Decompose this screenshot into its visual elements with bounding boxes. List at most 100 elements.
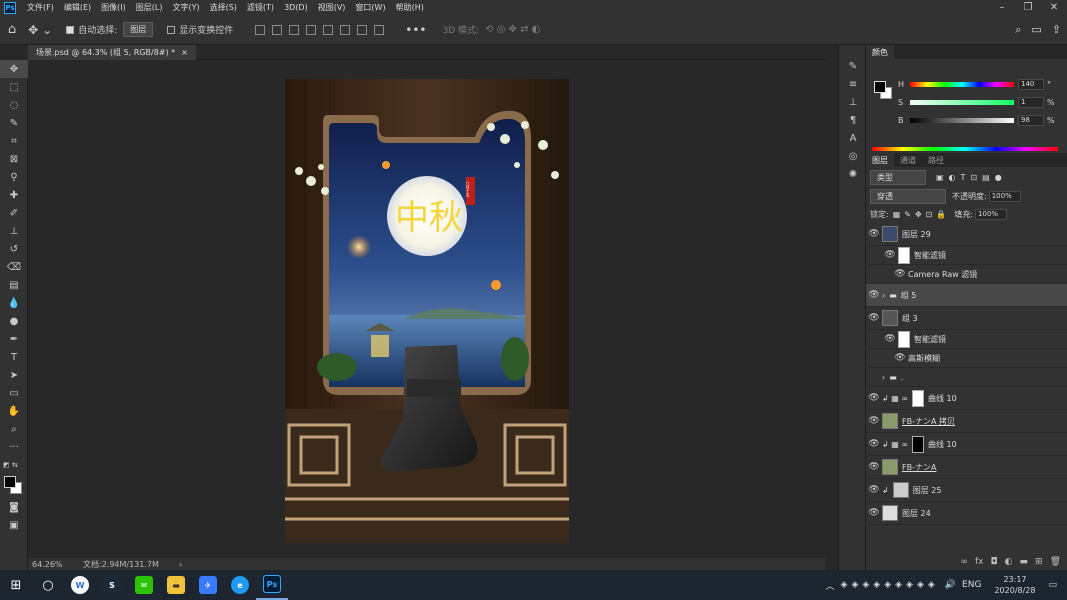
visibility-eye-icon[interactable]: 👁 [866, 416, 882, 426]
link-layers-icon[interactable]: ∞ [961, 557, 969, 567]
saturation-slider[interactable] [910, 99, 1014, 105]
canvas-area[interactable]: 中秋 八月十五 [28, 60, 825, 558]
document-tab[interactable]: 场景.psd @ 64.3% (组 5, RGB/8#) * × [28, 45, 196, 60]
menu-type[interactable]: 文字(Y) [167, 2, 204, 13]
align-right-icon[interactable] [289, 24, 300, 35]
opacity-value[interactable]: 100% [988, 190, 1021, 202]
hidden-group-row[interactable]: › ▬. [866, 368, 1067, 387]
visibility-eye-icon[interactable]: 👁 [892, 269, 908, 279]
brush-tool-icon[interactable]: ✐ [0, 204, 28, 222]
menu-help[interactable]: 帮助(H) [391, 2, 429, 13]
layer-filter-kind[interactable]: 类型 [870, 169, 926, 185]
group-3-row[interactable]: 👁 组 3 [866, 307, 1067, 330]
menu-file[interactable]: 文件(F) [22, 2, 59, 13]
search-icon[interactable]: ⌕ [1015, 23, 1021, 37]
history-brush-tool-icon[interactable]: ↺ [0, 240, 28, 258]
workspace-icon[interactable]: ▭ [1031, 23, 1041, 37]
tab-paths[interactable]: 路径 [922, 153, 950, 167]
wechat-icon[interactable]: ✉ [128, 570, 160, 600]
tab-color[interactable]: 颜色 [866, 45, 894, 59]
restore-button[interactable]: ❐ [1015, 0, 1041, 15]
visibility-eye-icon[interactable]: 👁 [866, 485, 882, 495]
more-options-icon[interactable]: ••• [405, 23, 426, 37]
color-spectrum-ramp[interactable] [872, 147, 1058, 151]
move-tool-icon[interactable]: ✥ [0, 60, 28, 78]
visibility-eye-icon[interactable]: 👁 [882, 250, 898, 260]
gradient-tool-icon[interactable]: ▤ [0, 276, 28, 294]
status-menu-icon[interactable]: › [179, 560, 182, 569]
zoom-tool-icon[interactable]: ⌕ [0, 420, 28, 438]
browser-icon[interactable]: e [224, 570, 256, 600]
expand-chevron-icon[interactable]: › [882, 373, 885, 382]
app-w-icon[interactable]: W [64, 570, 96, 600]
menu-edit[interactable]: 编辑(E) [59, 2, 96, 13]
quick-mask-icon[interactable]: ◙ [0, 498, 28, 516]
notification-icon[interactable]: ▭ [1048, 580, 1057, 590]
home-icon[interactable]: ⌂ [8, 22, 16, 37]
type-tool-icon[interactable]: T [0, 348, 28, 366]
adjustments-panel-icon[interactable]: ≡ [839, 75, 867, 93]
layer-row-29[interactable]: 👁 图层 29 [866, 223, 1067, 246]
marquee-tool-icon[interactable]: ⬚ [0, 78, 28, 96]
photoshop-taskbar-icon[interactable]: Ps [256, 570, 288, 600]
hand-tool-icon[interactable]: ✋ [0, 402, 28, 420]
layer-24-row[interactable]: 👁 图层 24 [866, 502, 1067, 525]
clock-date[interactable]: 2020/8/28 [994, 585, 1035, 596]
layer-25-row[interactable]: 👁 ↲ 图层 25 [866, 479, 1067, 502]
file-explorer-icon[interactable]: ▬ [160, 570, 192, 600]
fg-color-swatch[interactable] [874, 81, 886, 93]
align-top-icon[interactable] [306, 24, 317, 35]
share-icon[interactable]: ⇪ [1052, 23, 1061, 37]
menu-layer[interactable]: 图层(L) [131, 2, 168, 13]
group-5-row[interactable]: 👁 › ▬ 组 5 [866, 284, 1067, 307]
saturation-value[interactable]: 1 [1018, 96, 1044, 108]
new-group-icon[interactable]: ▬ [1020, 557, 1029, 567]
distribute-icon[interactable] [357, 24, 368, 35]
tab-layers[interactable]: 图层 [866, 153, 894, 167]
fb-row[interactable]: 👁 FB-ナンA [866, 456, 1067, 479]
3d-panel-icon[interactable]: ◎ [839, 147, 867, 165]
artwork-canvas[interactable]: 中秋 八月十五 [285, 79, 569, 543]
edit-toolbar-icon[interactable]: ··· [0, 438, 28, 456]
pen-tool-icon[interactable]: ✒ [0, 330, 28, 348]
smart-filters-row[interactable]: 👁 智能滤镜 [866, 246, 1067, 265]
minimize-button[interactable]: – [989, 0, 1015, 15]
character-panel-icon[interactable]: A [839, 129, 867, 147]
properties-panel-icon[interactable]: ✺ [839, 165, 867, 183]
align-center-icon[interactable] [272, 24, 283, 35]
menu-select[interactable]: 选择(S) [205, 2, 242, 13]
visibility-eye-icon[interactable]: 👁 [866, 508, 882, 518]
close-button[interactable]: ✕ [1041, 0, 1067, 15]
visibility-eye-icon[interactable]: 👁 [866, 439, 882, 449]
dodge-tool-icon[interactable]: ● [0, 312, 28, 330]
visibility-eye-icon[interactable]: 👁 [866, 229, 882, 239]
menu-filter[interactable]: 滤镜(T) [242, 2, 279, 13]
menu-image[interactable]: 图像(I) [96, 2, 131, 13]
clone-source-icon[interactable]: ⊥ [839, 93, 867, 111]
menu-window[interactable]: 窗口(W) [350, 2, 390, 13]
screen-mode-icon[interactable]: ▣ [0, 516, 28, 534]
clock-time[interactable]: 23:17 [1003, 574, 1026, 585]
eraser-tool-icon[interactable]: ⌫ [0, 258, 28, 276]
brushes-panel-icon[interactable]: ✎ [839, 57, 867, 75]
filter-icons[interactable]: ▣◐T⊡▤● [936, 173, 1007, 182]
paragraph-panel-icon[interactable]: ¶ [839, 111, 867, 129]
steam-icon[interactable]: S [96, 570, 128, 600]
delete-layer-icon[interactable]: 🗑 [1050, 557, 1061, 567]
fill-value[interactable]: 100% [975, 208, 1008, 220]
fb-copy-row[interactable]: 👁 FB-ナンA 拷贝 [866, 410, 1067, 433]
hue-slider[interactable] [910, 81, 1014, 87]
hue-value[interactable]: 140 [1018, 78, 1044, 90]
smart-filters-row-2[interactable]: 👁 智能滤镜 [866, 330, 1067, 349]
auto-select-dropdown[interactable]: 图层 [123, 22, 154, 37]
menu-view[interactable]: 视图(V) [313, 2, 351, 13]
curves-10-mask-row[interactable]: 👁 ↲ ▦ ∞ 曲线 10 [866, 433, 1067, 456]
tab-channels[interactable]: 通道 [894, 153, 922, 167]
visibility-eye-icon[interactable]: 👁 [866, 462, 882, 472]
align-left-icon[interactable] [255, 24, 266, 35]
menu-3d[interactable]: 3D(D) [279, 3, 313, 12]
gaussian-blur-row[interactable]: 👁 高斯模糊 [866, 349, 1067, 368]
rectangle-tool-icon[interactable]: ▭ [0, 384, 28, 402]
visibility-eye-icon[interactable]: 👁 [882, 334, 898, 344]
close-tab-icon[interactable]: × [181, 48, 188, 57]
